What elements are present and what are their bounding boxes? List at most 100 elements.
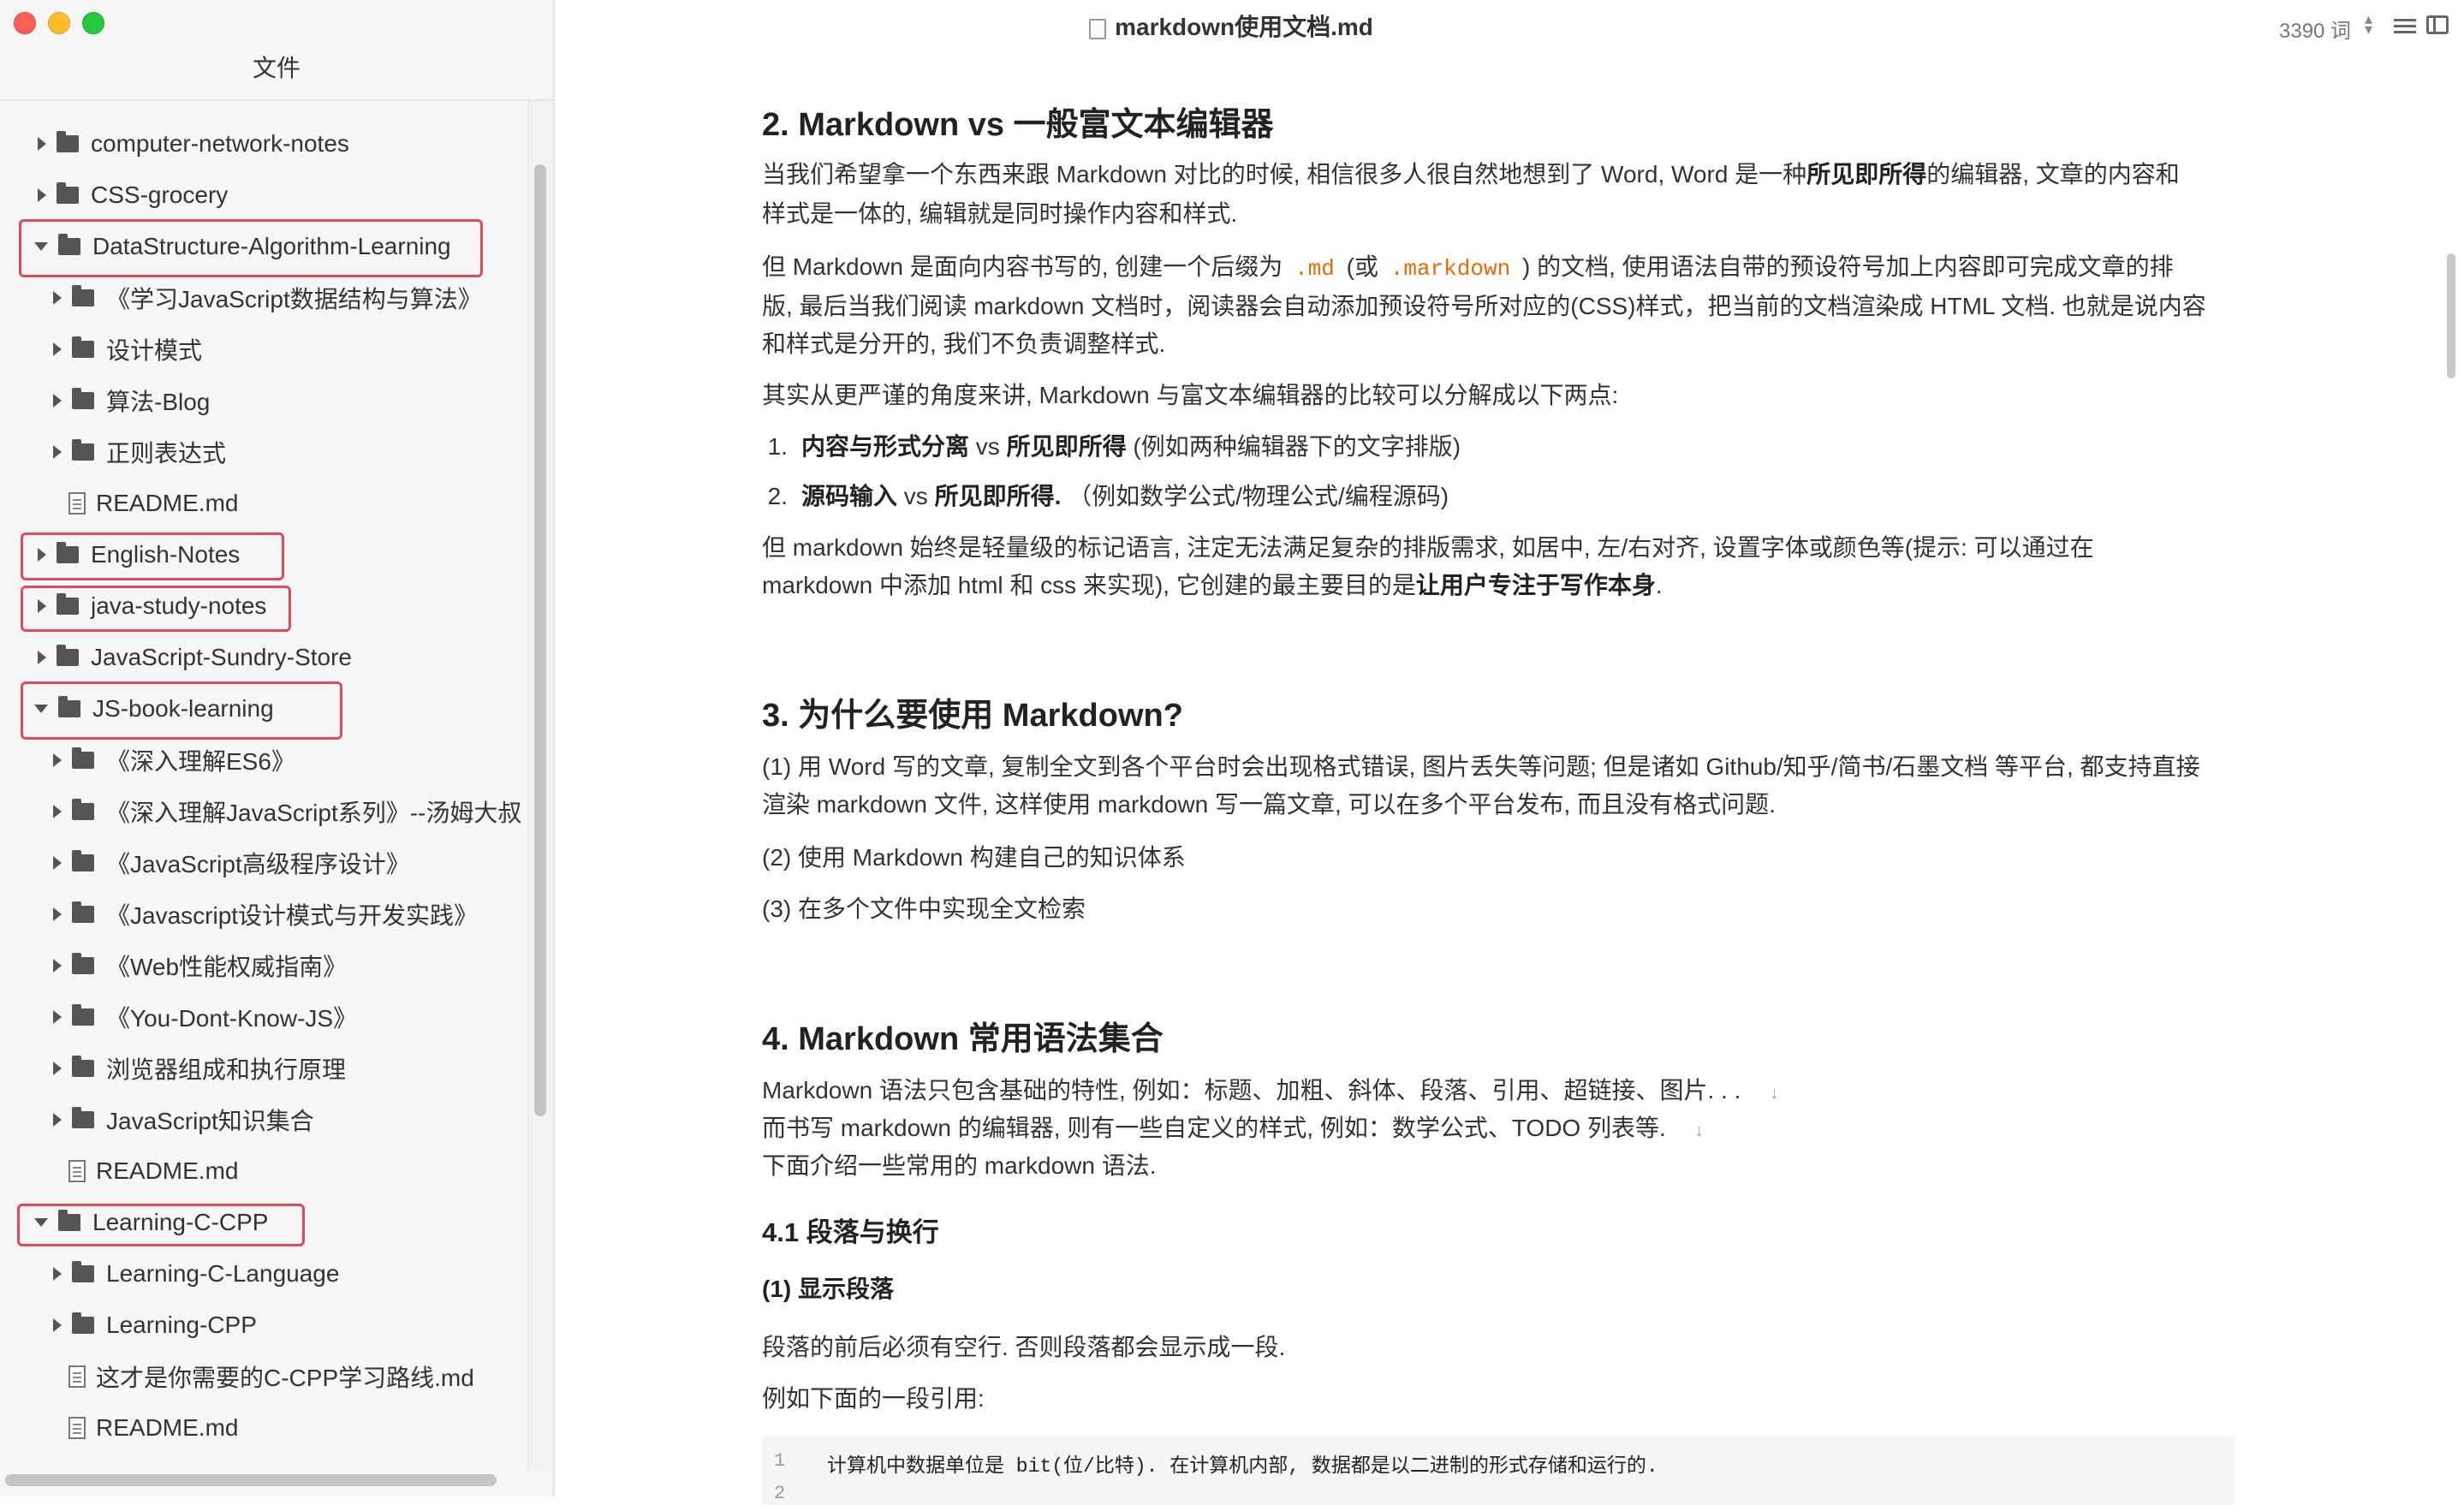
folder-icon bbox=[72, 388, 94, 409]
chevron-right-icon[interactable] bbox=[53, 1062, 62, 1075]
file-icon bbox=[68, 1417, 86, 1439]
folder-icon bbox=[72, 439, 94, 461]
tree-item-readme[interactable]: README.md bbox=[68, 1402, 238, 1454]
folder-icon bbox=[57, 131, 79, 152]
tree-item-readme[interactable]: README.md bbox=[68, 478, 238, 529]
paragraph: 当我们希望拿一个东西来跟 Markdown 对比的时候, 相信很多人很自然地想到… bbox=[762, 161, 2180, 187]
folder-icon bbox=[57, 182, 79, 204]
chevron-right-icon[interactable] bbox=[38, 651, 46, 664]
chevron-right-icon[interactable] bbox=[53, 1113, 62, 1127]
stepper-icon[interactable]: ▴ ▾ bbox=[2365, 11, 2372, 37]
chevron-right-icon[interactable] bbox=[53, 907, 62, 921]
outline-icon[interactable] bbox=[2394, 19, 2416, 34]
chevron-right-icon[interactable] bbox=[53, 342, 62, 356]
line-break-icon: ↓ bbox=[1770, 1084, 1779, 1103]
tree-item-js-series[interactable]: 《深入理解JavaScript系列》--汤姆大叔 bbox=[53, 786, 521, 837]
code-line: 计算机中数据单位是 bit(位/比特). 在计算机内部, 数据都是以二进制的形式… bbox=[827, 1455, 1658, 1478]
close-icon[interactable] bbox=[14, 12, 36, 34]
word-count[interactable]: 3390 词 bbox=[2279, 14, 2351, 44]
folder-icon bbox=[72, 953, 94, 974]
inline-code: .markdown bbox=[1390, 256, 1511, 282]
chevron-right-icon[interactable] bbox=[53, 805, 62, 818]
chevron-right-icon[interactable] bbox=[53, 1318, 62, 1332]
tree-item-regex[interactable]: 正则表达式 bbox=[53, 426, 226, 478]
tree-item-js-advanced[interactable]: 《JavaScript高级程序设计》 bbox=[53, 837, 410, 889]
list-item: 2. 源码输入 vs 所见即所得. （例如数学公式/物理公式/编程源码) bbox=[767, 483, 1449, 509]
editor-scrollbar[interactable] bbox=[2447, 253, 2455, 378]
paragraph: 和样式是分开的, 我们不负责调整样式. bbox=[762, 330, 1166, 357]
tree-item-javascript-sundry-store[interactable]: JavaScript-Sundry-Store bbox=[38, 632, 352, 683]
heading-section-3: 3. 为什么要使用 Markdown? bbox=[762, 698, 1183, 734]
paragraph: 其实从更严谨的角度来讲, Markdown 与富文本编辑器的比较可以分解成以下两… bbox=[762, 382, 1619, 408]
heading-section-2: 2. Markdown vs 一般富文本编辑器 bbox=[762, 107, 1274, 143]
paragraph: (3) 在多个文件中实现全文检索 bbox=[762, 895, 1086, 922]
file-icon bbox=[68, 1160, 86, 1182]
paragraph: Markdown 语法只包含基础的特性, 例如：标题、加粗、斜体、段落、引用、超… bbox=[762, 1077, 1779, 1103]
tree-item-js-design-patterns[interactable]: 《Javascript设计模式与开发实践》 bbox=[53, 889, 478, 940]
folder-icon bbox=[72, 1004, 94, 1026]
chevron-right-icon[interactable] bbox=[53, 445, 62, 459]
folder-icon bbox=[72, 747, 94, 769]
file-icon bbox=[68, 492, 86, 515]
chevron-right-icon[interactable] bbox=[38, 137, 46, 151]
tree-item-ydkjs[interactable]: 《You-Dont-Know-JS》 bbox=[53, 991, 357, 1043]
code-block[interactable]: 1 2 计算机中数据单位是 bit(位/比特). 在计算机内部, 数据都是以二进… bbox=[762, 1437, 2235, 1505]
folder-icon bbox=[72, 799, 94, 820]
chevron-right-icon[interactable] bbox=[53, 1010, 62, 1024]
chevron-right-icon[interactable] bbox=[53, 959, 62, 973]
sidebar-scrollbar[interactable] bbox=[534, 164, 546, 1116]
chevron-right-icon[interactable] bbox=[38, 188, 46, 202]
highlight-box bbox=[19, 219, 483, 277]
sidebar-title: 文件 bbox=[252, 55, 301, 81]
tree-item-js-knowledge[interactable]: JavaScript知识集合 bbox=[53, 1094, 314, 1145]
tree-item-design-patterns[interactable]: 设计模式 bbox=[53, 324, 202, 375]
line-number: 1 bbox=[774, 1450, 786, 1472]
paragraph: 但 markdown 始终是轻量级的标记语言, 注定无法满足复杂的排版需求, 如… bbox=[762, 534, 2094, 561]
tree-item-css-grocery[interactable]: CSS-grocery bbox=[38, 170, 228, 221]
sub-heading: (1) 显示段落 bbox=[762, 1276, 895, 1302]
chevron-right-icon[interactable] bbox=[53, 394, 62, 407]
tree-item-learning-c-language[interactable]: Learning-C-Language bbox=[53, 1248, 339, 1300]
heading-4-1: 4.1 段落与换行 bbox=[762, 1217, 939, 1247]
tree-item-js-data-structures-book[interactable]: 《学习JavaScript数据结构与算法》 bbox=[53, 272, 482, 324]
chevron-right-icon[interactable] bbox=[53, 291, 62, 305]
tree-item-learning-cpp[interactable]: Learning-CPP bbox=[53, 1300, 257, 1351]
folder-icon bbox=[72, 1056, 94, 1077]
tree-item-c-cpp-roadmap[interactable]: 这才是你需要的C-CPP学习路线.md bbox=[68, 1351, 474, 1402]
sidebar-toggle-icon[interactable] bbox=[2426, 15, 2449, 34]
paragraph: 版, 最后当我们阅读 markdown 文档时，阅读器会自动添加预设符号所对应的… bbox=[762, 293, 2206, 319]
tree-item-es6[interactable]: 《深入理解ES6》 bbox=[53, 735, 295, 786]
tree-item-browser-principles[interactable]: 浏览器组成和执行原理 bbox=[53, 1043, 346, 1094]
tree-item-algorithm-blog[interactable]: 算法-Blog bbox=[53, 375, 210, 426]
tree-item-readme[interactable]: README.md bbox=[68, 1145, 238, 1197]
highlight-box bbox=[21, 681, 342, 740]
folder-icon bbox=[72, 1312, 94, 1334]
paragraph: 样式是一体的, 编辑就是同时操作内容和样式. bbox=[762, 200, 1238, 227]
folder-icon bbox=[72, 850, 94, 871]
highlight-box bbox=[21, 586, 291, 632]
folder-icon bbox=[72, 285, 94, 306]
inline-code: .md bbox=[1294, 256, 1335, 282]
zoom-icon[interactable] bbox=[82, 12, 104, 34]
chevron-right-icon[interactable] bbox=[53, 1267, 62, 1281]
chevron-right-icon[interactable] bbox=[53, 856, 62, 870]
tree-item-web-performance[interactable]: 《Web性能权威指南》 bbox=[53, 940, 347, 991]
file-icon bbox=[68, 1365, 86, 1388]
folder-icon bbox=[72, 901, 94, 923]
folder-icon bbox=[72, 1261, 94, 1282]
chevron-right-icon[interactable] bbox=[53, 753, 62, 767]
paragraph: (1) 用 Word 写的文章, 复制全文到各个平台时会出现格式错误, 图片丢失… bbox=[762, 753, 2200, 780]
sidebar-horizontal-scrollbar[interactable] bbox=[5, 1474, 497, 1486]
line-break-icon: ↓ bbox=[1694, 1121, 1704, 1140]
tree-item-computer-network-notes[interactable]: computer-network-notes bbox=[38, 118, 349, 170]
heading-section-4: 4. Markdown 常用语法集合 bbox=[762, 1021, 1164, 1057]
folder-icon bbox=[72, 336, 94, 358]
line-number: 2 bbox=[774, 1483, 786, 1504]
paragraph: 段落的前后必须有空行. 否则段落都会显示成一段. bbox=[762, 1334, 1286, 1360]
folder-icon bbox=[57, 645, 79, 666]
minimize-icon[interactable] bbox=[48, 12, 70, 34]
paragraph: markdown 中添加 html 和 css 来实现), 它创建的最主要目的是… bbox=[762, 572, 1663, 598]
editor-content[interactable]: 2. Markdown vs 一般富文本编辑器 当我们希望拿一个东西来跟 Mar… bbox=[762, 0, 2235, 1505]
highlight-box bbox=[21, 532, 284, 580]
folder-icon bbox=[72, 1107, 94, 1128]
